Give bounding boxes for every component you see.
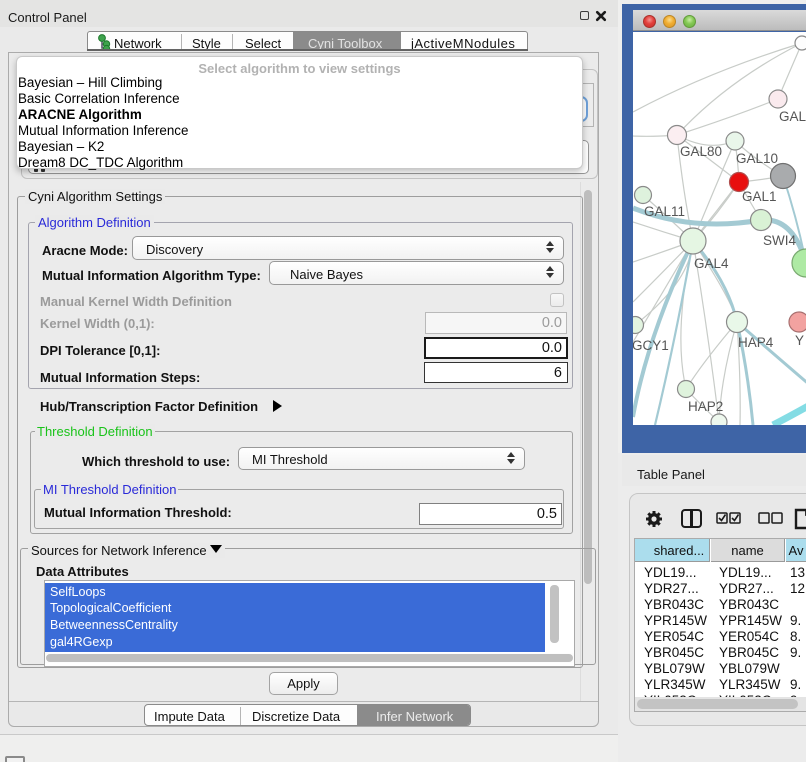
svg-text:GAL: GAL [779, 109, 806, 124]
svg-text:HAP2: HAP2 [688, 399, 723, 414]
svg-text:SWI4: SWI4 [763, 233, 796, 248]
svg-text:HAP4: HAP4 [738, 335, 774, 350]
svg-text:GCY1: GCY1 [633, 338, 669, 353]
svg-text:GAL11: GAL11 [644, 204, 685, 219]
svg-text:GAL10: GAL10 [736, 151, 778, 166]
svg-text:GAL4: GAL4 [694, 256, 729, 271]
svg-text:GAL1: GAL1 [742, 189, 777, 204]
svg-text:GAL80: GAL80 [680, 144, 722, 159]
svg-text:Y: Y [795, 333, 804, 348]
